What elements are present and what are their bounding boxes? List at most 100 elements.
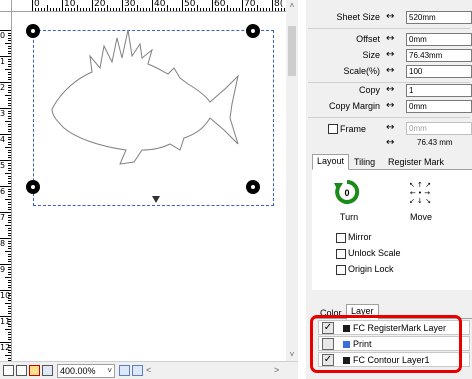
- ruler-tick: [8, 128, 11, 130]
- ruler-tick: [8, 235, 11, 237]
- ruler-tick: [5, 329, 11, 330]
- ruler-tick: [5, 303, 11, 304]
- ruler-tick: [113, 8, 114, 11]
- offset-input[interactable]: 0mm: [406, 33, 472, 46]
- ruler-tick: [8, 165, 11, 167]
- ruler-tick: [56, 8, 57, 11]
- ruler-tick: [8, 170, 11, 172]
- ruler-tick: [8, 178, 11, 180]
- zoom-in-icon[interactable]: [119, 365, 130, 376]
- ruler-tick: [8, 331, 11, 333]
- ruler-tick: [227, 5, 228, 11]
- ruler-tick: [8, 74, 11, 76]
- link-arrows-icon: ↔: [386, 122, 395, 133]
- ruler-label: 0: [0, 31, 6, 40]
- ruler-tick: [203, 8, 204, 11]
- triangle-down-icon[interactable]: [152, 196, 160, 203]
- sheet-size-input[interactable]: 520mm: [406, 11, 472, 24]
- zoom-out-icon[interactable]: [132, 365, 143, 376]
- origin-lock-label: Origin Lock: [348, 264, 394, 274]
- ruler-tick: [8, 243, 11, 245]
- ruler-tick: [5, 225, 11, 226]
- canvas-pane: 0102030405060708( 012345678910111213 ˄ ˅…: [0, 0, 298, 379]
- horizontal-scrollbar[interactable]: < >: [146, 365, 286, 377]
- origin-lock-checkbox[interactable]: [336, 264, 346, 275]
- size-input[interactable]: 76.43mm: [406, 49, 472, 62]
- ruler-tick: [8, 66, 11, 68]
- ruler-tick: [8, 326, 11, 328]
- tab-tiling[interactable]: Tiling: [350, 156, 379, 170]
- unlock-scale-checkbox[interactable]: [336, 248, 346, 259]
- scale-label: Scale(%): [343, 66, 380, 76]
- ruler-tick: [8, 183, 11, 185]
- ruler-label: 1: [0, 57, 6, 66]
- scale-input[interactable]: 100: [406, 65, 472, 78]
- ruler-tick: [8, 50, 11, 52]
- ruler-tick: [137, 5, 138, 11]
- ruler-tick: [44, 8, 45, 11]
- ruler-tick: [197, 5, 198, 11]
- ruler-tick: [5, 277, 11, 278]
- ruler-tick: [8, 230, 11, 232]
- fish-contour-artwork[interactable]: [12, 12, 286, 212]
- vertical-scrollbar[interactable]: ˄ ˅: [286, 0, 298, 361]
- work-area[interactable]: [12, 12, 286, 361]
- ruler-tick: [149, 8, 150, 11]
- ruler-tick: [182, 0, 183, 11]
- ruler-label: 6: [0, 187, 6, 196]
- ruler-label: 70: [244, 0, 256, 9]
- ruler-label: 20: [94, 0, 106, 9]
- layout-tabs: Layout Tiling Register Mark: [312, 153, 472, 170]
- tab-layout[interactable]: Layout: [312, 154, 350, 170]
- offset-label: Offset: [356, 34, 380, 44]
- ruler-tick: [179, 8, 180, 11]
- ruler-tick: [107, 5, 108, 11]
- zoom-view-icon[interactable]: [42, 365, 53, 376]
- ruler-tick: [242, 0, 243, 11]
- ruler-tick: [8, 100, 11, 102]
- copy-margin-input[interactable]: 0mm: [406, 100, 472, 113]
- ruler-tick: [8, 227, 11, 229]
- chevron-up-icon[interactable]: ˄: [286, 0, 298, 12]
- ruler-tick: [8, 313, 11, 315]
- zoom-region-icon[interactable]: [29, 365, 40, 376]
- ruler-tick: [8, 113, 11, 115]
- tab-register-mark[interactable]: Register Mark: [384, 156, 448, 170]
- ruler-tick: [8, 123, 11, 125]
- ruler-tick: [8, 32, 11, 34]
- ruler-tick: [5, 199, 11, 200]
- ruler-tick: [50, 8, 51, 11]
- move-arrows-icon[interactable]: ↖ ↑ ↗ ← • → ↙ ↓ ↘: [408, 181, 432, 205]
- layout-pane: 0 Turn ↖ ↑ ↗ ← • → ↙ ↓ ↘ Move Mirror Unloc…: [312, 170, 472, 290]
- ruler-tick: [8, 37, 11, 39]
- ruler-label: 11: [0, 317, 11, 326]
- mirror-checkbox[interactable]: [336, 232, 346, 243]
- ruler-tick: [260, 8, 261, 11]
- frame-size-row: ↔ 76.43 mm: [306, 137, 472, 151]
- ruler-tick: [8, 162, 11, 164]
- frame-width-input[interactable]: 0mm: [406, 122, 472, 135]
- origin-lock-option[interactable]: Origin Lock: [336, 264, 394, 275]
- unlock-scale-option[interactable]: Unlock Scale: [336, 248, 401, 259]
- mirror-option[interactable]: Mirror: [336, 232, 372, 243]
- copy-input[interactable]: 1: [406, 84, 472, 97]
- ruler-tick: [8, 269, 11, 271]
- ruler-tick: [8, 191, 11, 193]
- ruler-tick: [8, 209, 11, 211]
- chevron-left-icon[interactable]: <: [146, 365, 151, 375]
- ruler-tick: [233, 8, 234, 11]
- rotate-icon[interactable]: 0: [334, 179, 360, 205]
- ruler-tick: [8, 87, 11, 89]
- ruler-tick: [8, 253, 11, 255]
- zoom-select[interactable]: 400.00% ˅: [57, 364, 115, 378]
- ruler-tick: [8, 240, 11, 242]
- fit-page-icon[interactable]: [3, 365, 14, 376]
- highlight-annotation: [310, 315, 462, 373]
- ruler-tick: [8, 266, 11, 268]
- scroll-thumb[interactable]: [288, 26, 296, 76]
- chevron-right-icon[interactable]: >: [274, 365, 279, 375]
- chevron-down-icon[interactable]: ˅: [286, 349, 298, 361]
- ruler-tick: [8, 144, 11, 146]
- fit-width-icon[interactable]: [16, 365, 27, 376]
- ruler-tick: [8, 284, 11, 286]
